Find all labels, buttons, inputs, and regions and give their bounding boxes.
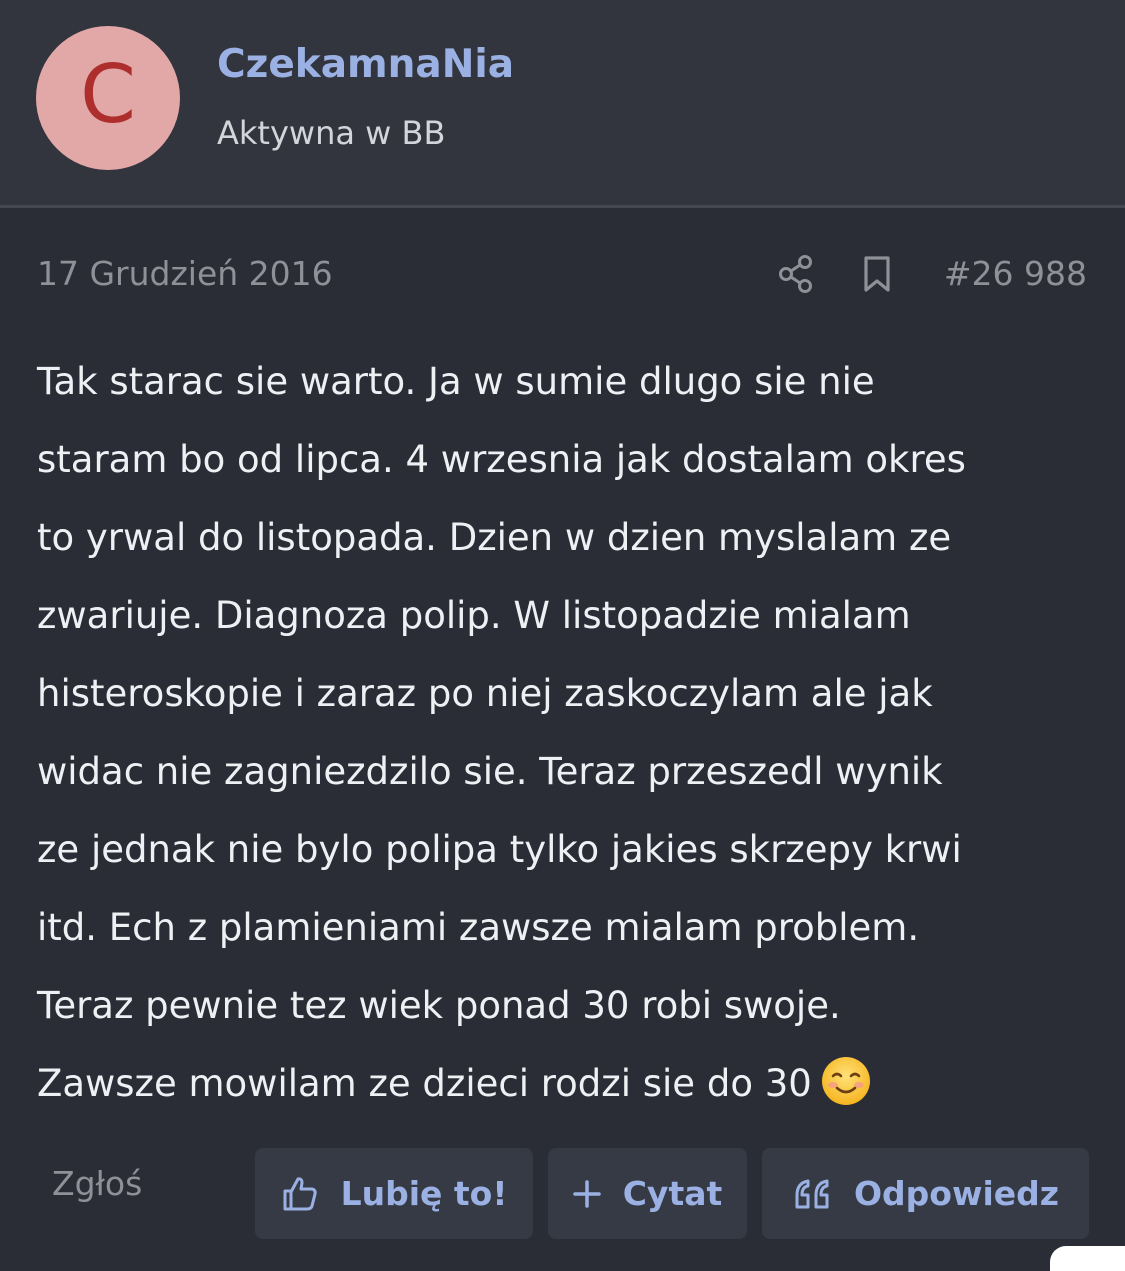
- post-line: widac nie zagniezdzilo sie. Teraz przesz…: [37, 750, 943, 793]
- post-date: 17 Grudzień 2016: [37, 254, 333, 293]
- avatar-letter: C: [80, 48, 136, 141]
- reply-button[interactable]: Odpowiedz: [762, 1148, 1089, 1239]
- author-rank: Aktywna w BB: [217, 114, 446, 152]
- report-link[interactable]: Zgłoś: [52, 1164, 142, 1204]
- share-icon: [779, 255, 812, 293]
- share-button[interactable]: [776, 252, 816, 296]
- plus-icon: [572, 1179, 601, 1208]
- quote-marks-icon: [792, 1177, 832, 1211]
- author-name[interactable]: CzekamnaNia: [217, 42, 514, 88]
- like-label: Lubię to!: [340, 1174, 508, 1213]
- quote-button[interactable]: Cytat: [548, 1148, 747, 1239]
- avatar[interactable]: C: [36, 26, 180, 170]
- reply-label: Odpowiedz: [854, 1174, 1059, 1213]
- post-number[interactable]: #26 988: [944, 254, 1087, 294]
- post-author-header: C CzekamnaNia Aktywna w BB: [0, 0, 1125, 205]
- bookmark-button[interactable]: [857, 252, 897, 296]
- post-line: staram bo od lipca. 4 wrzesnia jak dosta…: [37, 438, 966, 481]
- thumbs-up-icon: [281, 1175, 319, 1213]
- post-line: itd. Ech z plamieniami zawsze mialam pro…: [37, 906, 920, 949]
- smiling-face-emoji: [821, 1056, 870, 1105]
- post-line: histeroskopie i zaraz po niej zaskoczyla…: [37, 672, 933, 715]
- post-line: Teraz pewnie tez wiek ponad 30 robi swoj…: [37, 984, 841, 1027]
- forum-post: C CzekamnaNia Aktywna w BB 17 Grudzień 2…: [0, 0, 1125, 1271]
- post-body: Tak starac sie warto. Ja w sumie dlugo s…: [37, 343, 1097, 1123]
- bookmark-icon: [864, 256, 890, 292]
- post-line: to yrwal do listopada. Dzien w dzien mys…: [37, 516, 952, 559]
- post-line-text: Zawsze mowilam ze dzieci rodzi sie do 30: [37, 1062, 812, 1105]
- like-button[interactable]: Lubię to!: [255, 1148, 533, 1239]
- post-line: ze jednak nie bylo polipa tylko jakies s…: [37, 828, 962, 871]
- post-line-last: Zawsze mowilam ze dzieci rodzi sie do 30: [37, 1045, 1097, 1123]
- post-line: zwariuje. Diagnoza polip. W listopadzie …: [37, 594, 911, 637]
- overlay-corner: [1050, 1246, 1125, 1271]
- header-divider: [0, 205, 1125, 208]
- quote-label: Cytat: [622, 1174, 723, 1213]
- post-line: Tak starac sie warto. Ja w sumie dlugo s…: [37, 360, 875, 403]
